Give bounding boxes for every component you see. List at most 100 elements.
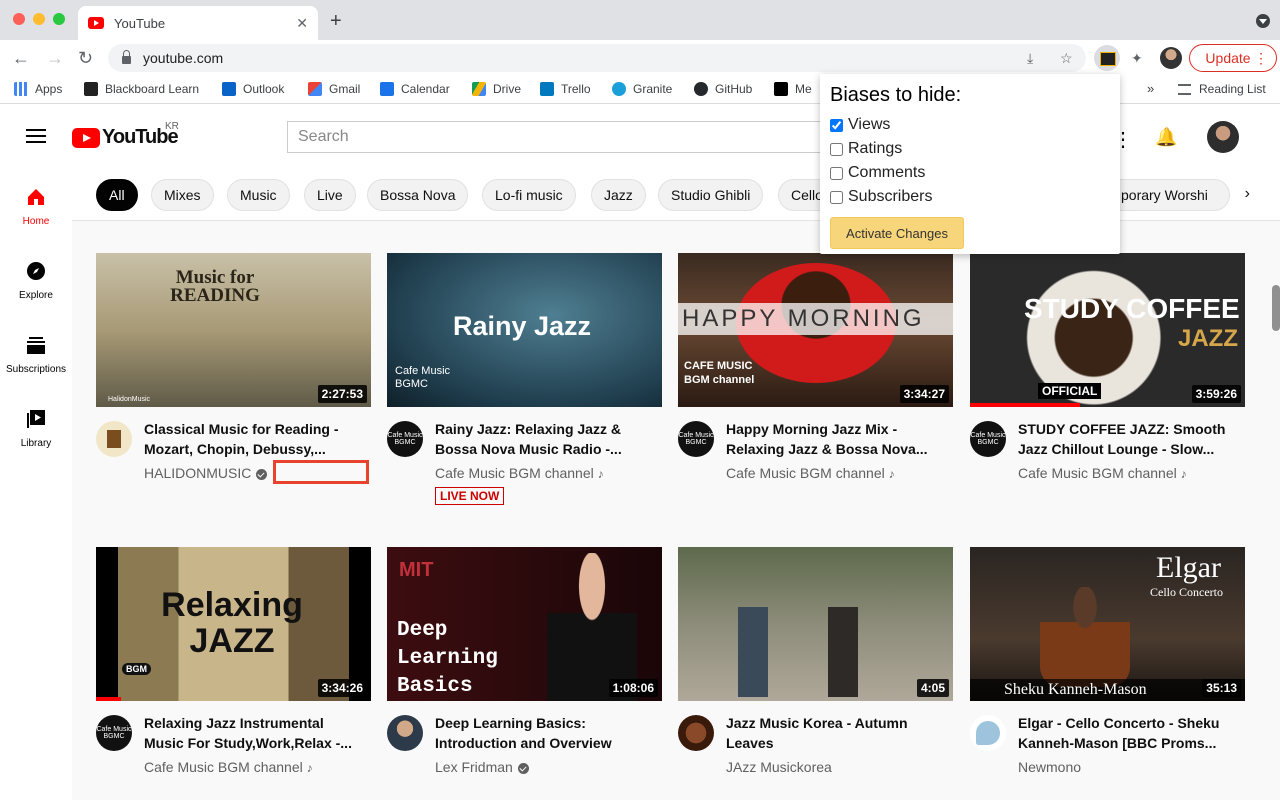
profile-avatar[interactable] — [1160, 47, 1182, 69]
subscribers-checkbox[interactable] — [830, 190, 843, 204]
video-title[interactable]: Rainy Jazz: Relaxing Jazz & Bossa Nova M… — [435, 419, 655, 459]
video-duration: 3:59:26 — [1191, 385, 1241, 403]
channel-name[interactable]: Cafe Music BGM channel ♪ — [144, 759, 313, 775]
chip-live[interactable]: Live — [304, 179, 356, 211]
medium-icon — [774, 82, 788, 96]
thumbnail-caption: Rainy Jazz — [453, 311, 592, 341]
option-comments[interactable]: Comments — [830, 161, 1110, 185]
bookmark-blackboard[interactable]: Blackboard Learn — [84, 82, 199, 96]
channel-name[interactable]: HALIDONMUSIC — [144, 465, 268, 481]
subscriptions-icon — [27, 337, 45, 354]
bookmark-trello[interactable]: Trello — [540, 82, 591, 96]
bookmark-me[interactable]: Me — [774, 82, 812, 96]
ratings-checkbox[interactable] — [830, 142, 843, 156]
popup-heading: Biases to hide: — [830, 84, 962, 106]
video-title[interactable]: STUDY COFFEE JAZZ: Smooth Jazz Chillout … — [1018, 419, 1238, 459]
option-ratings[interactable]: Ratings — [830, 137, 1110, 161]
video-duration: 2:27:53 — [317, 385, 367, 403]
video-title[interactable]: Relaxing Jazz Instrumental Music For Stu… — [144, 713, 364, 753]
bookmark-star-icon[interactable]: ☆ — [1060, 50, 1073, 67]
channel-avatar[interactable] — [678, 715, 714, 751]
channel-name[interactable]: Cafe Music BGM channel ♪ — [1018, 465, 1187, 481]
channel-name[interactable]: Newmono — [1018, 759, 1081, 775]
forward-icon[interactable]: → — [46, 48, 64, 69]
chip-music[interactable]: Music — [227, 179, 290, 211]
sidebar-item-subscriptions[interactable]: Subscriptions — [0, 335, 72, 375]
views-checkbox[interactable] — [830, 118, 843, 132]
zoom-window-button[interactable] — [53, 13, 65, 25]
tab-close-icon[interactable]: ✕ — [296, 15, 308, 32]
sidebar-item-explore[interactable]: Explore — [0, 261, 72, 301]
chip-lofi[interactable]: Lo-fi music — [482, 179, 576, 211]
option-subscribers[interactable]: Subscribers — [830, 185, 1110, 209]
bookmarks-overflow-icon[interactable]: » — [1147, 81, 1154, 96]
bookmark-github[interactable]: GitHub — [694, 82, 752, 96]
thumbnail-caption: HAPPY MORNING — [678, 303, 953, 335]
video-thumbnail[interactable]: Elgar Cello Concerto Sheku Kanneh-Mason … — [970, 547, 1245, 701]
page-scrollbar[interactable] — [1272, 285, 1280, 331]
video-thumbnail[interactable]: STUDY COFFEE JAZZ OFFICIAL 3:59:26 — [970, 253, 1245, 407]
channel-avatar[interactable] — [387, 715, 423, 751]
address-bar[interactable]: youtube.com — [108, 44, 1086, 72]
live-badge: LIVE NOW — [435, 487, 505, 505]
activate-changes-button[interactable]: Activate Changes — [830, 217, 964, 249]
option-views[interactable]: Views — [830, 113, 1110, 137]
sidebar-item-home[interactable]: Home — [0, 187, 72, 227]
bird-logo-icon — [976, 721, 1000, 745]
tab-search-icon[interactable] — [1256, 14, 1270, 28]
chip-all[interactable]: All — [96, 179, 138, 211]
account-avatar[interactable] — [1207, 121, 1239, 153]
new-tab-button[interactable]: + — [330, 10, 342, 33]
video-title[interactable]: Classical Music for Reading - Mozart, Ch… — [144, 419, 364, 459]
channel-avatar[interactable] — [970, 715, 1006, 751]
bookmark-calendar[interactable]: Calendar — [380, 82, 450, 96]
tab-youtube[interactable]: YouTube ✕ — [78, 6, 318, 40]
video-title[interactable]: Deep Learning Basics: Introduction and O… — [435, 713, 655, 753]
channel-name[interactable]: Cafe Music BGM channel ♪ — [435, 465, 604, 481]
chip-bossa-nova[interactable]: Bossa Nova — [367, 179, 469, 211]
comments-checkbox[interactable] — [830, 166, 843, 180]
back-icon[interactable]: ← — [12, 48, 30, 69]
sidebar-item-library[interactable]: Library — [0, 409, 72, 449]
channel-name[interactable]: Lex Fridman — [435, 759, 529, 775]
chip-jazz[interactable]: Jazz — [591, 179, 646, 211]
channel-avatar[interactable]: Cafe Music BGMC — [970, 421, 1006, 457]
video-thumbnail[interactable]: Music for READING HalidonMusic 2:27:53 — [96, 253, 371, 407]
minimize-window-button[interactable] — [33, 13, 45, 25]
menu-icon[interactable] — [26, 129, 46, 147]
video-title[interactable]: Happy Morning Jazz Mix - Relaxing Jazz &… — [726, 419, 946, 459]
video-thumbnail[interactable]: 4:05 — [678, 547, 953, 701]
bookmark-apps[interactable]: Apps — [14, 82, 62, 96]
chip-mixes[interactable]: Mixes — [151, 179, 214, 211]
reload-icon[interactable]: ↻ — [78, 48, 93, 69]
channel-avatar[interactable]: Cafe Music BGMC — [678, 421, 714, 457]
bias-extension-icon[interactable] — [1094, 45, 1120, 71]
bookmark-outlook[interactable]: Outlook — [222, 82, 284, 96]
video-title[interactable]: Elgar - Cello Concerto - Sheku Kanneh-Ma… — [1018, 713, 1238, 753]
bookmark-drive[interactable]: Drive — [472, 82, 521, 96]
channel-avatar[interactable]: Cafe Music BGMC — [96, 715, 132, 751]
video-title[interactable]: Jazz Music Korea - Autumn Leaves — [726, 713, 946, 753]
chip-studio-ghibli[interactable]: Studio Ghibli — [658, 179, 764, 211]
video-thumbnail[interactable]: Relaxing JAZZ BGM 3:34:26 — [96, 547, 371, 701]
tab-strip: YouTube ✕ + — [0, 0, 1280, 40]
channel-avatar[interactable]: Cafe Music BGMC — [387, 421, 423, 457]
channel-name[interactable]: Cafe Music BGM channel ♪ — [726, 465, 895, 481]
update-button[interactable]: Update — [1189, 44, 1277, 72]
chip-contemporary-worship[interactable]: porary Worshi — [1112, 179, 1230, 211]
bookmark-granite[interactable]: Granite — [612, 82, 672, 96]
search-input[interactable]: Search — [287, 121, 847, 153]
channel-name[interactable]: JAzz Musickorea — [726, 759, 832, 775]
close-window-button[interactable] — [13, 13, 25, 25]
install-icon[interactable]: ⤓ — [1027, 50, 1033, 67]
bookmark-gmail[interactable]: Gmail — [308, 82, 360, 96]
notifications-bell-icon[interactable]: 🔔 — [1155, 127, 1177, 148]
reading-list-button[interactable]: Reading List — [1178, 82, 1266, 96]
extensions-puzzle-icon[interactable]: ✦ — [1131, 50, 1143, 67]
youtube-logo[interactable]: YouTube — [72, 126, 179, 149]
channel-avatar[interactable] — [96, 421, 132, 457]
chip-next-icon[interactable]: › — [1245, 185, 1250, 203]
video-thumbnail[interactable]: MIT Deep Learning Basics 1:08:06 — [387, 547, 662, 701]
video-thumbnail[interactable]: Rainy Jazz Cafe Music BGMC — [387, 253, 662, 407]
video-thumbnail[interactable]: HAPPY MORNING CAFE MUSIC BGM channel 3:3… — [678, 253, 953, 407]
